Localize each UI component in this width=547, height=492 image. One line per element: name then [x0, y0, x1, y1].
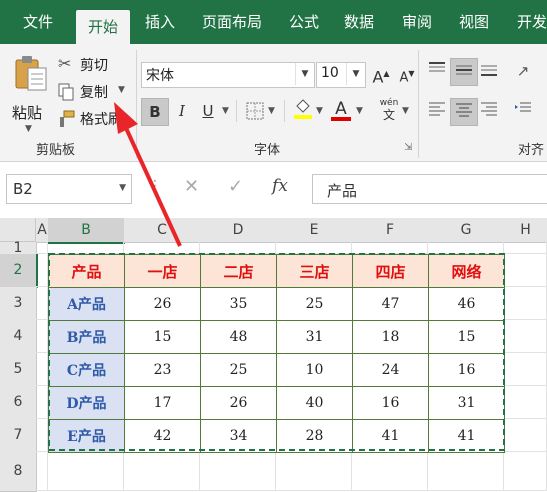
copy-selection-marquee — [48, 253, 505, 451]
overlay-layer — [48, 102, 505, 451]
annotation-arrow — [114, 102, 182, 247]
